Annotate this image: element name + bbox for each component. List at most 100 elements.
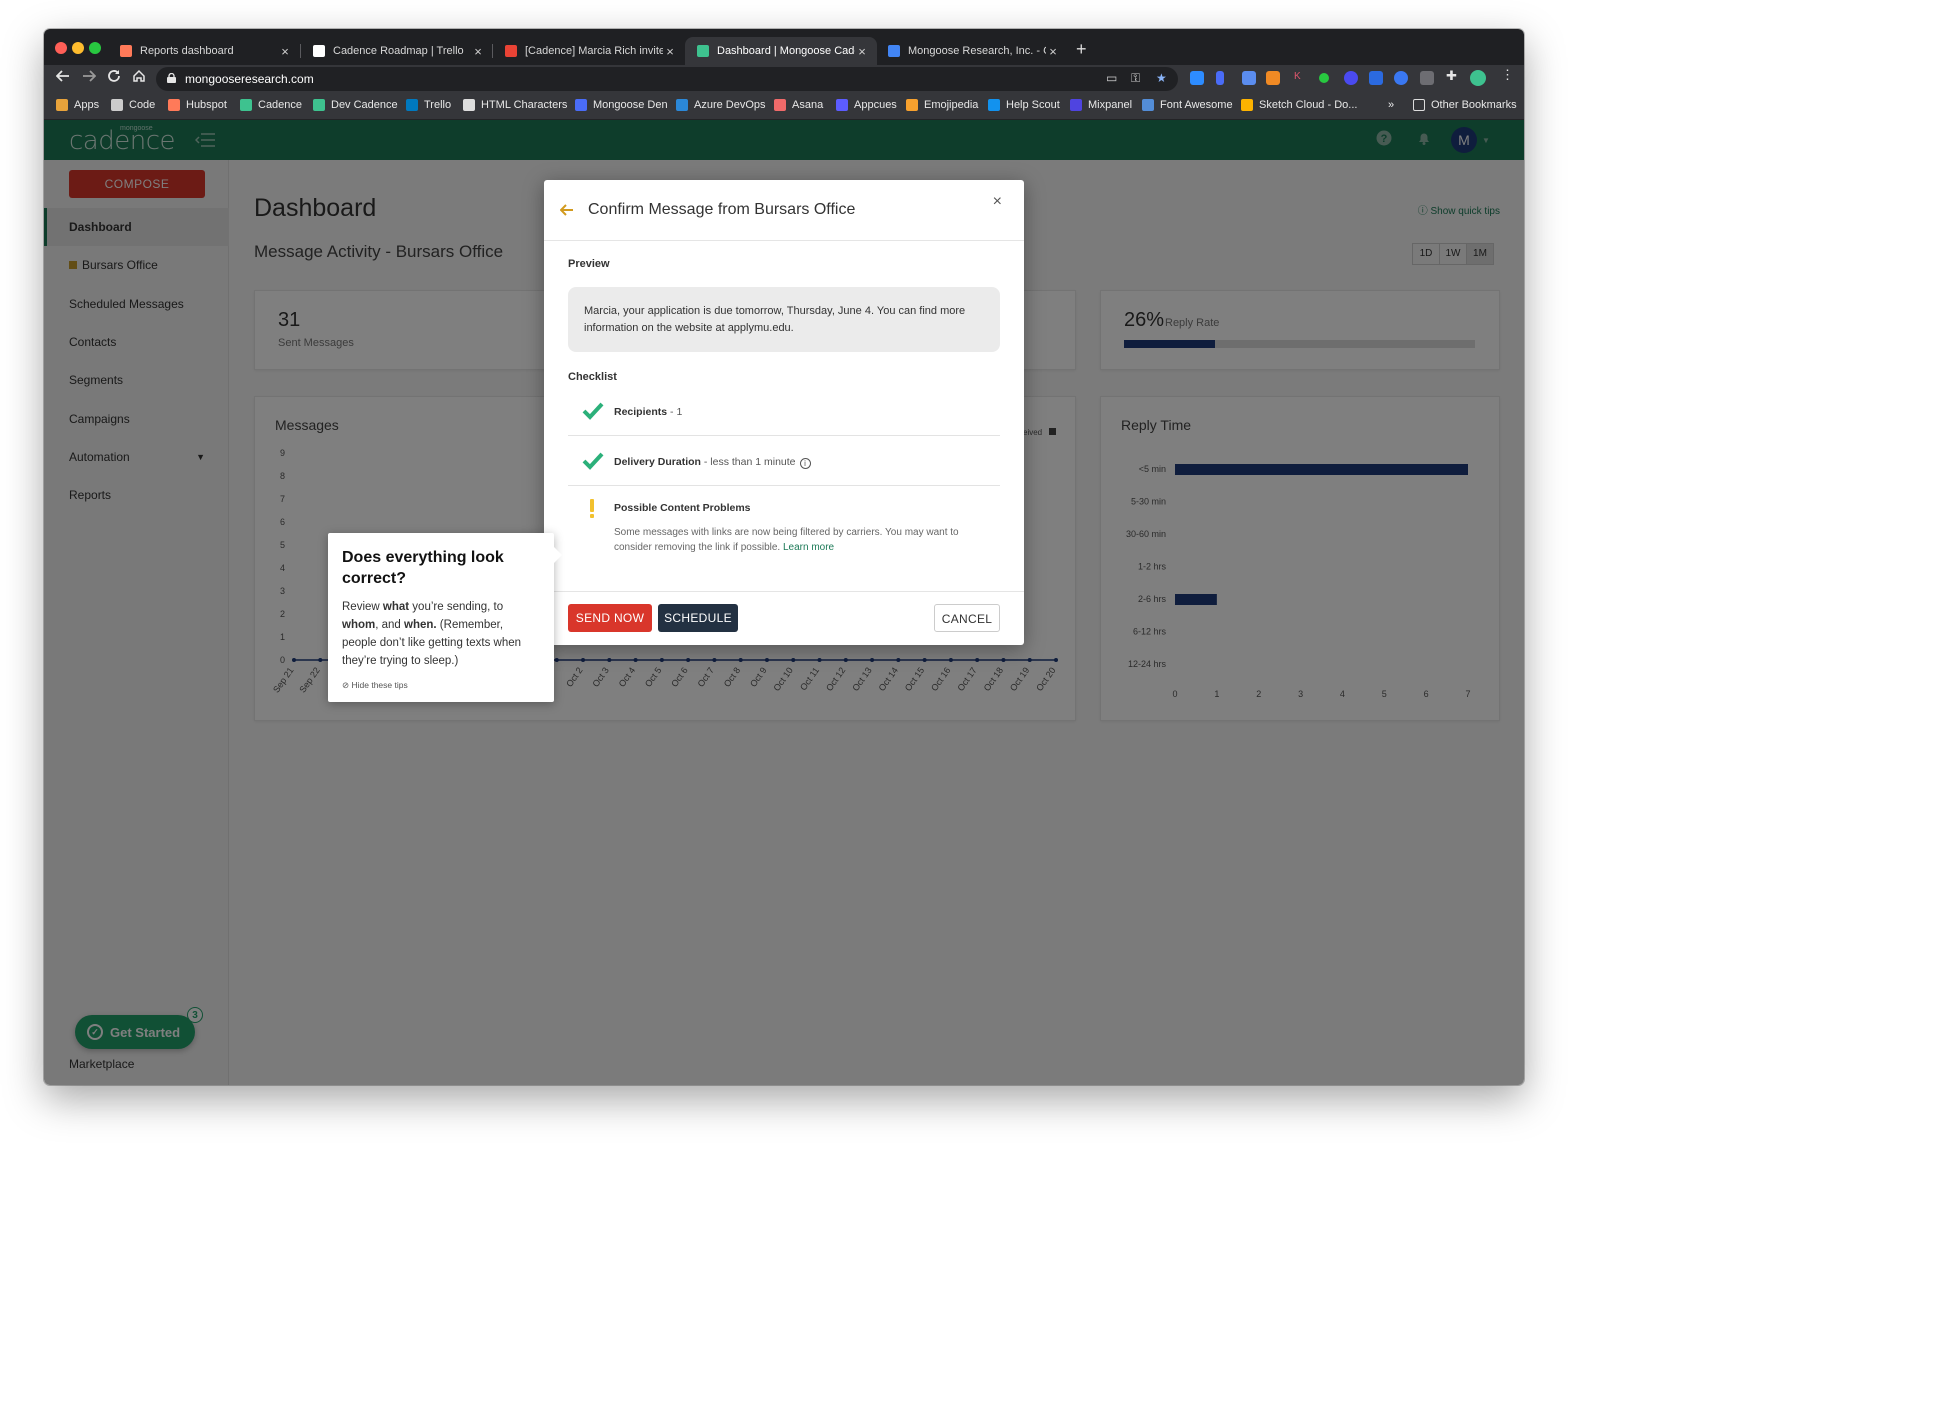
send-now-button[interactable]: SEND NOW	[568, 604, 652, 632]
cancel-button[interactable]: CANCEL	[934, 604, 1000, 632]
tip-text-2: you’re sending, to	[409, 601, 504, 613]
bookmark-sketch-cloud-do[interactable]: Sketch Cloud - Do...	[1241, 99, 1357, 111]
tip-title: Does everything look correct?	[342, 549, 504, 587]
minimize-window-button[interactable]	[72, 42, 84, 54]
recipients-text: Recipients - 1	[614, 406, 682, 418]
trello-icon	[313, 45, 325, 57]
tab-title: Dashboard | Mongoose Caden	[717, 45, 855, 57]
bookmark-label: Azure DevOps	[694, 99, 766, 111]
forward-icon[interactable]	[82, 69, 97, 87]
bookmark-label: Trello	[424, 99, 452, 111]
bookmark-label: Appcues	[854, 99, 897, 111]
checklist-item-content-problems: Possible Content Problems Some messages …	[568, 498, 1000, 568]
bookmark-help-scout[interactable]: Help Scout	[988, 99, 1060, 111]
url-text: mongooseresearch.com	[185, 72, 314, 86]
checklist-item-delivery: Delivery Duration - less than 1 minute i	[568, 436, 1000, 486]
tab-5[interactable]: Mongoose Research, Inc. - Cal ×	[876, 37, 1068, 65]
cadence-app: mongoose cadence ? M ▼ COMPOSE Dashboard…	[44, 120, 1524, 1085]
tab-1[interactable]: Reports dashboard ×	[108, 37, 300, 65]
ublock-extension-icon[interactable]	[1420, 71, 1434, 85]
puzzle-icon[interactable]: ✚	[1446, 68, 1460, 83]
bookmark-label: Mongoose Den	[593, 99, 668, 111]
bookmark-label: Help Scout	[1006, 99, 1060, 111]
tab-close-icon[interactable]: ×	[663, 44, 677, 59]
delivery-text: Delivery Duration - less than 1 minute i	[614, 456, 811, 469]
lightning-extension-icon[interactable]	[1394, 71, 1408, 85]
tab-4[interactable]: Dashboard | Mongoose Caden ×	[685, 37, 877, 65]
tab-title: Mongoose Research, Inc. - Cal	[908, 45, 1046, 57]
green-extension-icon[interactable]	[1319, 73, 1329, 83]
blue-extension-icon[interactable]	[1344, 71, 1358, 85]
close-icon[interactable]: ×	[993, 193, 1002, 211]
maximize-window-button[interactable]	[89, 42, 101, 54]
profile-icon[interactable]	[1470, 70, 1486, 86]
bookmark-emojipedia[interactable]: Emojipedia	[906, 99, 978, 111]
tab-close-icon[interactable]: ×	[855, 44, 869, 59]
k-extension-icon[interactable]: K	[1294, 71, 1308, 85]
bookmark-html-characters[interactable]: HTML Characters	[463, 99, 567, 111]
bookmark-mixpanel[interactable]: Mixpanel	[1070, 99, 1132, 111]
bookmark-appcues[interactable]: Appcues	[836, 99, 897, 111]
bookmark-favicon-icon	[774, 99, 786, 111]
bookmark-apps[interactable]: Apps	[56, 99, 99, 111]
back-icon[interactable]	[55, 69, 70, 87]
info-icon[interactable]: i	[799, 458, 811, 469]
bookmark-dev-cadence[interactable]: Dev Cadence	[313, 99, 398, 111]
bookmark-hubspot[interactable]: Hubspot	[168, 99, 227, 111]
address-bar[interactable]: mongooseresearch.com ▭ ⚿ ★	[156, 67, 1178, 91]
bookmark-favicon-icon	[1241, 99, 1253, 111]
bookmark-favicon-icon	[836, 99, 848, 111]
bookmark-label: Font Awesome	[1160, 99, 1233, 111]
reload-icon[interactable]	[107, 69, 121, 87]
content-problems-title: Possible Content Problems	[614, 502, 751, 514]
preview-label: Preview	[568, 258, 610, 270]
browser-menu-icon[interactable]: ⋮	[1501, 67, 1515, 82]
bookmark-star-icon[interactable]: ★	[1156, 71, 1167, 85]
bookmark-code[interactable]: Code	[111, 99, 155, 111]
bookmark-favicon-icon	[406, 99, 418, 111]
schedule-button[interactable]: SCHEDULE	[658, 604, 738, 632]
bookmark-label: Emojipedia	[924, 99, 979, 111]
tab-2[interactable]: Cadence Roadmap | Trello ×	[301, 37, 493, 65]
browser-window: Reports dashboard × Cadence Roadmap | Trel…	[44, 29, 1524, 1085]
bookmark-label: Code	[129, 99, 156, 111]
bookmark-mongoose-den[interactable]: Mongoose Den	[575, 99, 668, 111]
cast-icon[interactable]: ▭	[1106, 71, 1117, 85]
off-extension-icon[interactable]	[1266, 71, 1280, 85]
modal-footer-divider	[544, 591, 1024, 592]
tab-close-icon[interactable]: ×	[471, 44, 485, 59]
modal-header: Confirm Message from Bursars Office ×	[544, 180, 1024, 241]
tab-3[interactable]: [Cadence] Marcia Rich invited ×	[493, 37, 685, 65]
checkmark-icon	[582, 402, 604, 420]
tab-close-icon[interactable]: ×	[1046, 44, 1060, 59]
message-preview: Marcia, your application is due tomorrow…	[568, 287, 1000, 352]
more-bookmarks-button[interactable]: »	[1388, 99, 1394, 111]
bookmark-favicon-icon	[56, 99, 68, 111]
bookmark-trello[interactable]: Trello	[406, 99, 451, 111]
quick-tip-popover: Does everything look correct? Review wha…	[328, 533, 562, 702]
bookmark-favicon-icon	[575, 99, 587, 111]
bookmark-favicon-icon	[1142, 99, 1154, 111]
learn-more-link[interactable]: Learn more	[783, 542, 834, 553]
key-icon[interactable]: ⚿	[1131, 71, 1140, 86]
other-bookmarks[interactable]: Other Bookmarks	[1413, 99, 1517, 111]
bookmark-asana[interactable]: Asana	[774, 99, 823, 111]
home-icon[interactable]	[132, 69, 146, 87]
close-window-button[interactable]	[55, 42, 67, 54]
mongoose-icon	[697, 45, 709, 57]
arrow-left-icon[interactable]	[560, 204, 574, 216]
checklist-label: Checklist	[568, 371, 617, 383]
analytics-extension-icon[interactable]	[1216, 71, 1224, 85]
bookmark-favicon-icon	[988, 99, 1000, 111]
new-tab-button[interactable]: +	[1076, 39, 1087, 60]
bookmark-cadence[interactable]: Cadence	[240, 99, 302, 111]
zoom-extension-icon[interactable]	[1190, 71, 1204, 85]
tab-close-icon[interactable]: ×	[278, 44, 292, 59]
bookmark-azure-devops[interactable]: Azure DevOps	[676, 99, 766, 111]
bookmark-favicon-icon	[463, 99, 475, 111]
bookmark-font-awesome[interactable]: Font Awesome	[1142, 99, 1233, 111]
chat-extension-icon[interactable]	[1369, 71, 1383, 85]
hide-tips-link[interactable]: ⊘ Hide these tips	[342, 680, 540, 691]
recipients-detail: - 1	[667, 406, 683, 418]
tab-extension-icon[interactable]	[1242, 71, 1256, 85]
